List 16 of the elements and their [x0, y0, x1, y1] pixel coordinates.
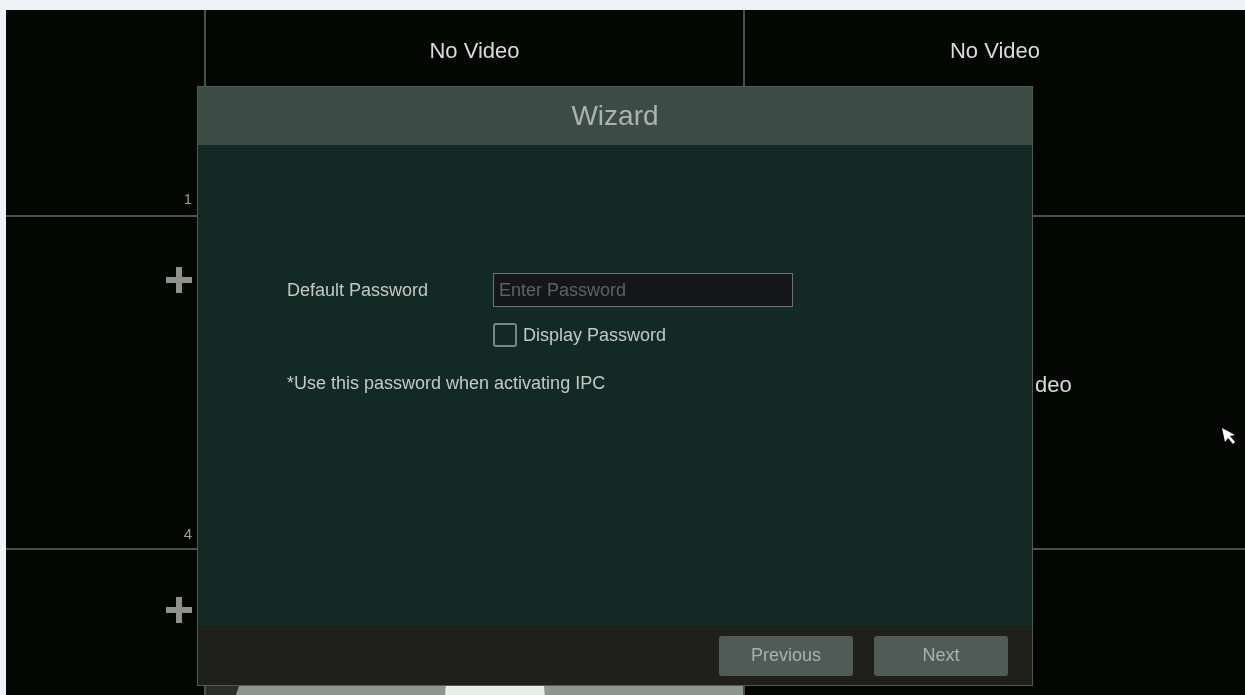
note-text: *Use this password when activating IPC — [287, 373, 607, 394]
next-button[interactable]: Next — [874, 635, 1008, 676]
checkbox-label[interactable]: Display Password — [523, 324, 667, 346]
no-video-label: deo — [1035, 372, 1072, 398]
channel-number: 4 — [183, 525, 192, 542]
channel-number: 1 — [183, 190, 192, 207]
dialog-title: Wizard — [571, 100, 659, 132]
password-field[interactable]: Enter Password — [493, 273, 793, 307]
mouse-pointer-icon — [1222, 428, 1236, 444]
no-video-label: No Video — [949, 38, 1041, 64]
add-icon[interactable] — [166, 597, 192, 623]
add-icon[interactable] — [166, 267, 192, 293]
no-video-label: No Video — [429, 38, 520, 64]
previous-button[interactable]: Previous — [719, 635, 853, 676]
field-label: Default Password — [287, 279, 430, 301]
checkbox[interactable] — [493, 323, 517, 347]
